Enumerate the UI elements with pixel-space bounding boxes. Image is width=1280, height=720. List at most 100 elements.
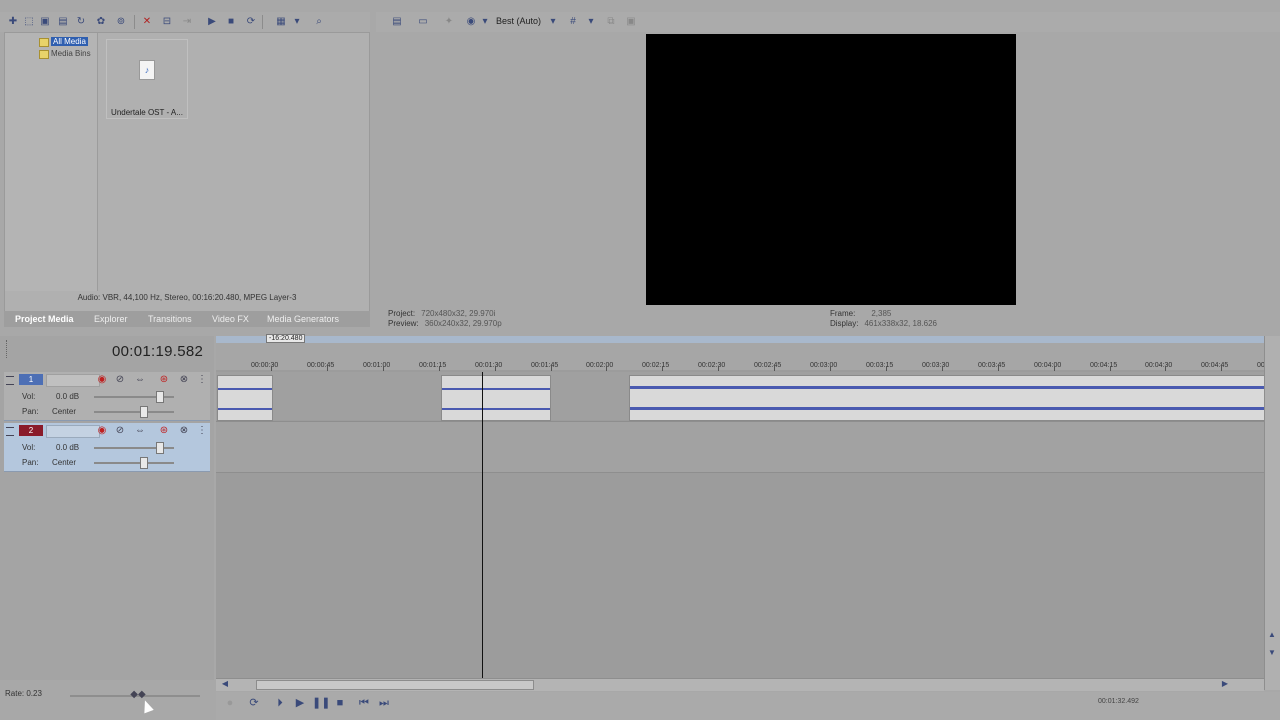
pan-slider-knob[interactable] — [140, 457, 148, 469]
preview-properties-icon[interactable]: ▤ — [390, 15, 404, 29]
save-snapshot-icon[interactable]: ▣ — [624, 15, 638, 29]
record-icon[interactable]: ● — [222, 696, 238, 710]
vol-label: Vol: — [22, 392, 36, 401]
preview-quality-select[interactable]: Best (Auto) — [496, 16, 541, 26]
arm-record-icon[interactable]: ◉ — [96, 425, 108, 437]
scroll-left-icon[interactable]: ◀ — [218, 677, 232, 691]
rate-slider-knob[interactable]: ◆◆ — [128, 690, 148, 700]
view-mode-icon[interactable]: ▦ — [274, 15, 288, 29]
track-name-field[interactable] — [46, 374, 100, 387]
ruler-tick-label: 00:04:00 — [1034, 362, 1062, 369]
tab-video-fx[interactable]: Video FX — [212, 314, 249, 324]
go-to-start-icon[interactable]: ⏮ — [356, 696, 372, 710]
frame-value: 2,385 — [871, 309, 892, 318]
track-header-1[interactable]: 1 ◉ ⊘ ⇔ ⊛ ⊗ ⋮ Vol: 0.0 dB Pan: Center — [4, 372, 210, 421]
loop-playback-icon[interactable]: ⟳ — [246, 696, 262, 710]
ruler-tick-mark — [830, 366, 831, 371]
arm-record-icon[interactable]: ◉ — [96, 374, 108, 386]
refresh-icon[interactable]: ↻ — [74, 15, 88, 29]
split-dropdown-icon[interactable]: ▾ — [478, 15, 492, 29]
solo-icon[interactable]: ⊗ — [178, 374, 190, 386]
track-number-2: 2 — [19, 425, 43, 436]
ruler-tick-label: 00:01:30 — [475, 362, 503, 369]
track-menu-icon[interactable]: ⋮ — [196, 374, 208, 386]
track-motion-icon[interactable]: ⇔ — [134, 374, 146, 386]
view-dropdown-icon[interactable]: ▾ — [290, 15, 304, 29]
preview-value: 360x240x32, 29.970p — [424, 319, 502, 328]
zoom-in-icon[interactable]: ▲ — [1265, 628, 1279, 642]
audio-clip[interactable] — [441, 375, 551, 421]
ruler-marker[interactable]: -16:20.480 — [266, 334, 306, 343]
ruler-tick-label: 00:00:45 — [307, 362, 335, 369]
audio-clip[interactable] — [217, 375, 273, 421]
capture-icon[interactable]: ▣ — [38, 15, 52, 29]
loop-region-bar[interactable] — [216, 336, 1264, 343]
ruler-tick-mark — [1165, 366, 1166, 371]
loop-preview-icon[interactable]: ⟳ — [244, 15, 258, 29]
pause-icon[interactable]: ❚❚ — [312, 696, 330, 710]
tab-project-media[interactable]: Project Media — [15, 314, 74, 324]
play-preview-icon[interactable]: ▶ — [205, 15, 219, 29]
vol-label: Vol: — [22, 443, 36, 452]
stop-icon[interactable]: ■ — [332, 696, 348, 710]
track-menu-icon[interactable]: ⋮ — [196, 425, 208, 437]
overlays-icon[interactable]: # — [566, 15, 580, 29]
play-icon[interactable]: ▶ — [292, 696, 308, 710]
frame-label: Frame: — [830, 309, 856, 318]
playhead-cursor[interactable] — [482, 372, 483, 678]
ruler-tick-mark — [383, 366, 384, 371]
pan-slider[interactable] — [94, 462, 174, 464]
media-fx-icon[interactable]: ✿ — [94, 15, 108, 29]
new-bin-icon[interactable]: ✚ — [6, 15, 20, 29]
tab-transitions[interactable]: Transitions — [148, 314, 192, 324]
play-from-start-icon[interactable]: ⏵ — [272, 696, 288, 710]
pan-label: Pan: — [22, 407, 39, 416]
track-header-2[interactable]: 2 ◉ ⊘ ⇔ ⊛ ⊗ ⋮ Vol: 0.0 dB Pan: Center — [4, 423, 210, 472]
pan-label: Pan: — [22, 458, 39, 467]
video-preview-screen — [646, 34, 1016, 305]
split-screen-icon[interactable]: ◉ — [464, 15, 478, 29]
track-collapse-icon[interactable] — [6, 427, 14, 436]
media-item[interactable]: ♪ Undertale OST - A... — [106, 39, 188, 119]
scroll-right-icon[interactable]: ▶ — [1218, 677, 1232, 691]
mute-icon[interactable]: ⊛ — [158, 425, 170, 437]
overlays-dropdown-icon[interactable]: ▾ — [584, 15, 598, 29]
solo-icon[interactable]: ⊗ — [178, 425, 190, 437]
vol-slider-knob[interactable] — [156, 442, 164, 454]
get-media-icon[interactable]: ▤ — [56, 15, 70, 29]
import-media-icon[interactable]: ⬚ — [22, 15, 36, 29]
mute-icon[interactable]: ⊛ — [158, 374, 170, 386]
go-to-end-icon[interactable]: ⏭ — [376, 696, 392, 710]
zoom-out-icon[interactable]: ▼ — [1265, 646, 1279, 660]
video-fx-icon[interactable]: ✦ — [442, 15, 456, 29]
delete-icon[interactable]: ✕ — [140, 15, 154, 29]
stop-preview-icon[interactable]: ■ — [224, 15, 238, 29]
pan-slider-knob[interactable] — [140, 406, 148, 418]
top-toolbar: ✚ ⬚ ▣ ▤ ↻ ✿ ⊚ ✕ ⊟ ⇥ ▶ ■ ⟳ ▦ ▾ ⌕ — [0, 12, 370, 32]
ruler-tick-label: 00:03:45 — [978, 362, 1006, 369]
audio-clip[interactable] — [629, 375, 1265, 421]
ruler-tick-label: 00:04:15 — [1090, 362, 1118, 369]
track-collapse-icon[interactable] — [6, 376, 14, 385]
tab-explorer[interactable]: Explorer — [94, 314, 128, 324]
track-motion-icon[interactable]: ⇔ — [134, 425, 146, 437]
auto-preview-icon[interactable]: ⇥ — [180, 15, 194, 29]
external-monitor-icon[interactable]: ▭ — [416, 15, 430, 29]
project-value: 720x480x32, 29.970i — [421, 309, 496, 318]
project-media-panel: All Media Media Bins ♪ Undertale OST - A… — [4, 32, 370, 314]
track-lane-2[interactable] — [216, 421, 1264, 473]
search-icon[interactable]: ⌕ — [312, 15, 326, 29]
track-number-1: 1 — [19, 374, 43, 385]
track-fx-icon[interactable]: ⊘ — [114, 425, 126, 437]
track-fx-icon[interactable]: ⊘ — [114, 374, 126, 386]
copy-snapshot-icon[interactable]: ⧉ — [604, 15, 618, 29]
track-name-field[interactable] — [46, 425, 100, 438]
tab-media-generators[interactable]: Media Generators — [267, 314, 339, 324]
ruler-tick-mark — [327, 366, 328, 371]
quality-dropdown-icon[interactable]: ▾ — [546, 15, 560, 29]
vol-slider-knob[interactable] — [156, 391, 164, 403]
remove-unused-icon[interactable]: ⊟ — [160, 15, 174, 29]
pan-slider[interactable] — [94, 411, 174, 413]
scroll-thumb[interactable] — [256, 680, 534, 690]
properties-icon[interactable]: ⊚ — [114, 15, 128, 29]
